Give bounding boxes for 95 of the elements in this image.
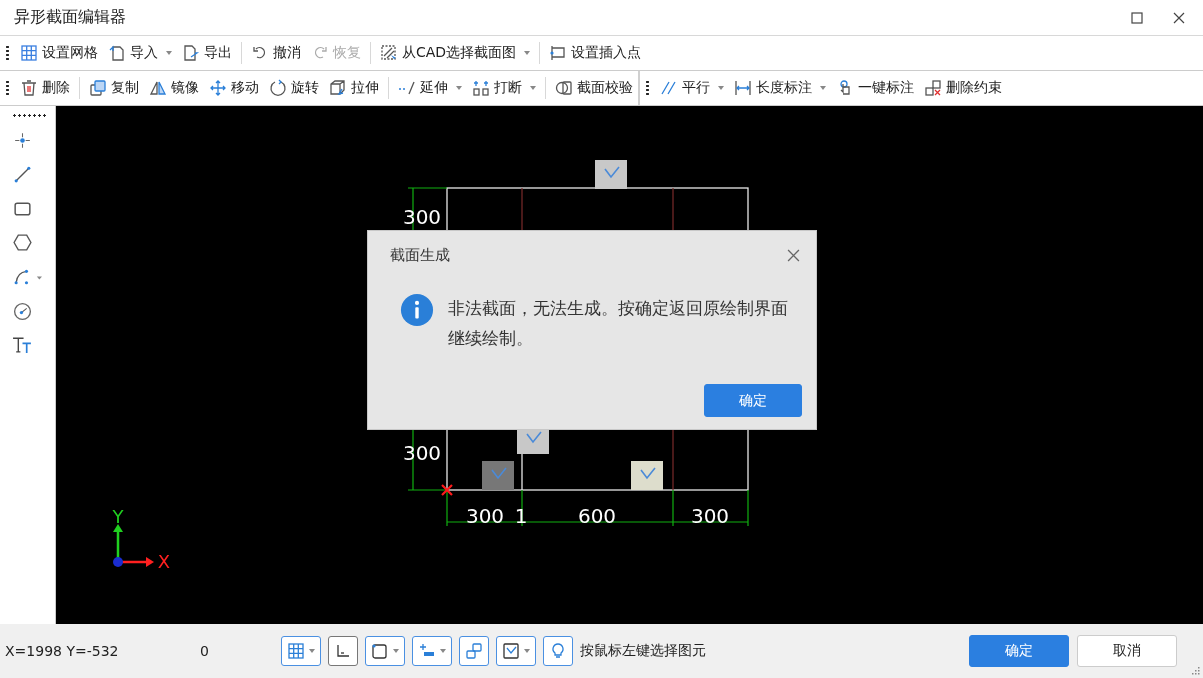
caret-icon: [524, 649, 530, 653]
dimension-label: 300: [402, 205, 442, 229]
toolbar-button[interactable]: 导出: [177, 42, 237, 64]
axis-label: Y: [112, 506, 124, 527]
drawing-canvas[interactable]: Y X 300 300 300 1 600 300 截面生成 非法截面，无法生成。按确定返回原绘制界面继续绘制。 确定: [56, 106, 1203, 624]
caret-icon: [530, 86, 536, 90]
toolbar-grip[interactable]: [6, 45, 9, 61]
toolbar-button[interactable]: 导入: [103, 42, 177, 64]
cancel-button[interactable]: 取消: [1077, 635, 1177, 667]
status-hint: 按鼠标左键选择图元: [580, 642, 706, 660]
mirror-icon: [149, 79, 167, 97]
view-toggle-button[interactable]: [365, 636, 405, 666]
grid-icon: [20, 44, 38, 62]
coordinates-text: X=1998 Y=-532: [5, 643, 120, 659]
view-toggle-button[interactable]: [412, 636, 452, 666]
move-icon: [209, 79, 227, 97]
confirm-button[interactable]: 确定: [704, 384, 802, 417]
toolbar-button[interactable]: 撤消: [246, 42, 306, 64]
toolbar-button[interactable]: 镜像: [144, 77, 204, 99]
toolbar-button[interactable]: 一键标注: [831, 77, 919, 99]
toolbar-button[interactable]: 打断: [467, 77, 541, 99]
toolbar-button[interactable]: 长度标注: [729, 77, 831, 99]
dimension-label: 300: [690, 504, 730, 528]
constraint-delete-icon: [924, 79, 942, 97]
view-toggle-button[interactable]: [459, 636, 489, 666]
caret-icon: [309, 649, 315, 653]
toolbar-grip[interactable]: [646, 80, 649, 96]
check-square-icon: [502, 642, 520, 660]
view-toggle-button[interactable]: [328, 636, 358, 666]
toolbar-button[interactable]: 复制: [84, 77, 144, 99]
view-toggle-button[interactable]: [496, 636, 536, 666]
document-arrow-icon: [108, 44, 126, 62]
caret-icon: [393, 649, 399, 653]
insert-point-icon: [549, 44, 568, 62]
close-icon[interactable]: [787, 248, 800, 262]
caret-icon: [718, 86, 724, 90]
window-title: 异形截面编辑器: [14, 7, 127, 28]
caret-icon: [456, 86, 462, 90]
dashed-square-icon: [380, 44, 398, 62]
dimension-label: 600: [577, 504, 617, 528]
axis-drawing: [113, 524, 154, 567]
view-toggle-button[interactable]: [543, 636, 573, 666]
toolbar-button[interactable]: 从CAD选择截面图: [375, 42, 536, 64]
constraint-marker[interactable]: [482, 461, 514, 490]
dimension-label: 300: [402, 441, 442, 465]
dialog-message: 非法截面，无法生成。按确定返回原绘制界面继续绘制。: [448, 297, 789, 350]
lightbulb-icon: [549, 642, 567, 660]
toolbar-button[interactable]: 旋转: [264, 77, 324, 99]
dialog-title: 截面生成: [390, 245, 451, 265]
origin-mark: [440, 483, 454, 497]
toolbar-button[interactable]: 设置插入点: [544, 42, 647, 64]
gauge-icon[interactable]: [12, 300, 33, 321]
toolbar-grip[interactable]: [6, 80, 9, 96]
cube-arrow-icon: [329, 79, 347, 97]
point-icon[interactable]: [12, 130, 33, 151]
square-icon: [371, 642, 389, 660]
copy-icon: [89, 79, 107, 97]
parallel-lines-icon: [660, 79, 678, 97]
maximize-icon[interactable]: [1131, 11, 1143, 24]
toolbar-button[interactable]: 延伸: [393, 77, 467, 99]
toolbar-button[interactable]: 删除约束: [919, 77, 1007, 99]
toolbar-button[interactable]: 截面校验: [550, 77, 638, 99]
corner-icon: [334, 642, 352, 660]
caret-icon: [524, 51, 531, 55]
dimension-icon: [734, 79, 752, 97]
caret-icon: [166, 51, 172, 55]
squares-icon: [465, 642, 483, 660]
constraint-marker[interactable]: [631, 461, 663, 490]
close-icon[interactable]: [1173, 11, 1185, 24]
dimension-label: 1: [514, 504, 528, 528]
confirm-button[interactable]: 确定: [969, 635, 1069, 667]
view-toggle-button[interactable]: [281, 636, 321, 666]
toolbar-grip[interactable]: [12, 114, 46, 117]
break-icon: [472, 79, 490, 97]
caret-icon: [440, 649, 446, 653]
trash-icon: [20, 79, 38, 97]
document-arrow-icon: [182, 44, 200, 62]
constraint-marker[interactable]: [595, 160, 627, 189]
toolbar-button[interactable]: 拉伸: [324, 77, 384, 99]
toolbar-button[interactable]: 移动: [204, 77, 264, 99]
toolbar-button[interactable]: 删除: [15, 77, 75, 99]
toolbar-button[interactable]: 设置网格: [15, 42, 103, 64]
info-icon: [400, 293, 434, 327]
toolbar-button[interactable]: 平行: [655, 77, 729, 99]
grid-icon: [287, 642, 305, 660]
hexagon-icon[interactable]: [12, 232, 33, 253]
circle-square-icon: [555, 79, 573, 97]
status-value: 0: [200, 643, 210, 659]
dimension-label: 300: [465, 504, 505, 528]
axis-label: X: [157, 551, 171, 572]
rotate-icon: [269, 79, 287, 97]
line-icon[interactable]: [12, 164, 33, 185]
caret-icon: [820, 86, 826, 90]
dashed-line-icon: [398, 79, 416, 97]
resize-grip-icon[interactable]: [1192, 667, 1200, 675]
